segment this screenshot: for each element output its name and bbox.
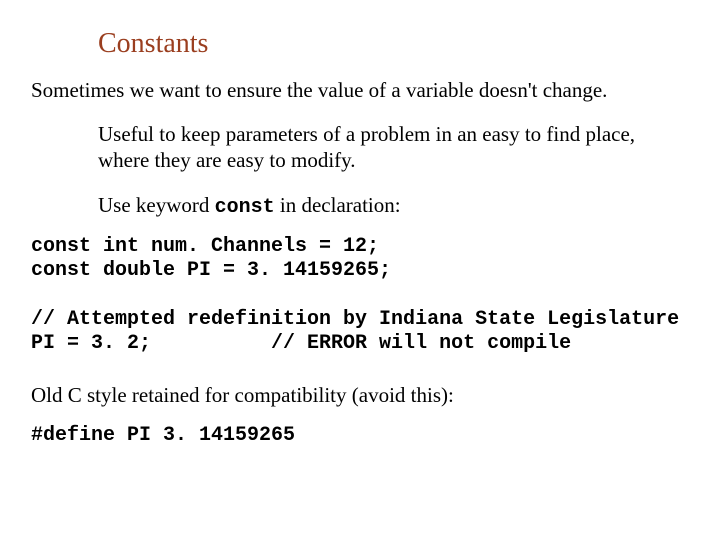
const-keyword: const — [215, 196, 275, 219]
const-keyword-paragraph: Use keyword const in declaration: — [98, 192, 638, 220]
const-keyword-post: in declaration: — [275, 193, 401, 217]
intro-paragraph: Sometimes we want to ensure the value of… — [31, 77, 691, 103]
slide-title: Constants — [98, 28, 208, 60]
code-define-macro: #define PI 3. 14159265 — [31, 424, 295, 448]
usefulness-paragraph: Useful to keep parameters of a problem i… — [98, 121, 638, 174]
code-error-example: // Attempted redefinition by Indiana Sta… — [31, 308, 679, 356]
old-c-style-paragraph: Old C style retained for compatibility (… — [31, 382, 691, 408]
const-keyword-pre: Use keyword — [98, 193, 215, 217]
slide: Constants Sometimes we want to ensure th… — [0, 0, 720, 540]
code-const-declarations: const int num. Channels = 12; const doub… — [31, 235, 391, 283]
